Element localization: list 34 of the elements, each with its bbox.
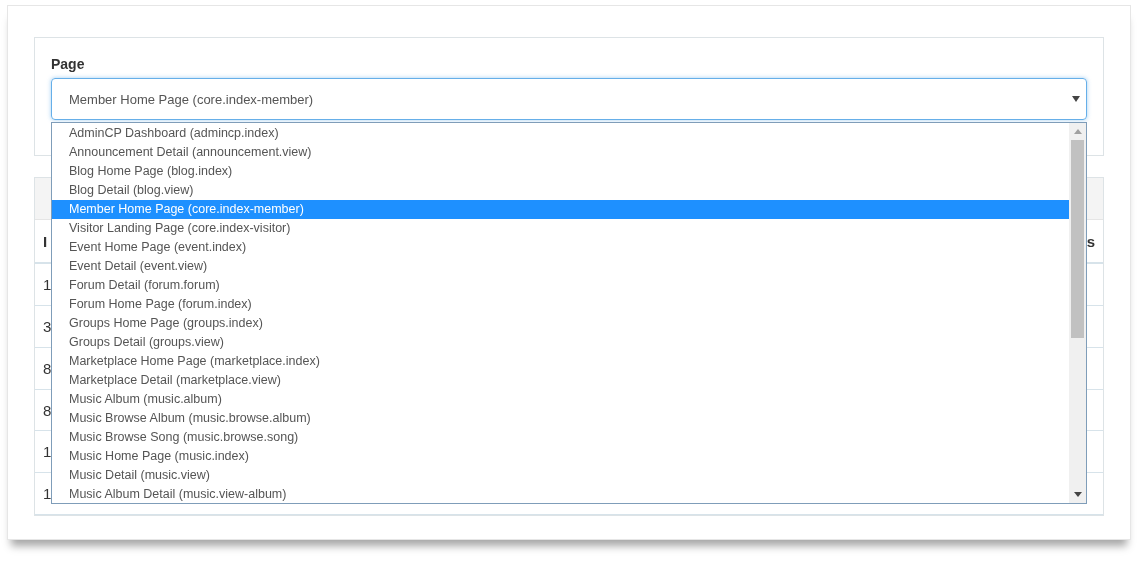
dropdown-option[interactable]: Blog Home Page (blog.index) xyxy=(52,162,1069,181)
dropdown-option[interactable]: Blog Detail (blog.view) xyxy=(52,181,1069,200)
caret-icon xyxy=(1072,96,1080,102)
dropdown-option[interactable]: Music Browse Song (music.browse.song) xyxy=(52,428,1069,447)
page-select[interactable]: Member Home Page (core.index-member) xyxy=(51,78,1087,120)
scroll-up-icon[interactable] xyxy=(1073,129,1082,134)
scroll-down-icon[interactable] xyxy=(1073,492,1082,497)
dropdown-option[interactable]: Forum Home Page (forum.index) xyxy=(52,295,1069,314)
dropdown-option[interactable]: Groups Home Page (groups.index) xyxy=(52,314,1069,333)
dropdown-option[interactable]: Event Home Page (event.index) xyxy=(52,238,1069,257)
dropdown-option[interactable]: Music Browse Album (music.browse.album) xyxy=(52,409,1069,428)
column-header: s xyxy=(1086,232,1095,250)
table-cell: 1 xyxy=(43,443,52,461)
dropdown-option[interactable]: Marketplace Home Page (marketplace.index) xyxy=(52,352,1069,371)
field-label: Page xyxy=(51,56,86,72)
dropdown-option[interactable]: Groups Detail (groups.view) xyxy=(52,333,1069,352)
scrollbar[interactable] xyxy=(1069,123,1086,503)
table-cell: 3 xyxy=(43,318,52,336)
dropdown-option[interactable]: Music Album Detail (music.view-album) xyxy=(52,485,1069,504)
dropdown-option[interactable]: AdminCP Dashboard (admincp.index) xyxy=(52,124,1069,143)
dropdown-option[interactable]: Announcement Detail (announcement.view) xyxy=(52,143,1069,162)
dropdown-option[interactable]: Music Home Page (music.index) xyxy=(52,447,1069,466)
dropdown-option[interactable]: Visitor Landing Page (core.index-visitor) xyxy=(52,219,1069,238)
table-cell: 8 xyxy=(43,359,52,377)
dropdown-option[interactable]: Music Detail (music.view) xyxy=(52,466,1069,485)
column-header: I xyxy=(43,232,48,250)
scroll-thumb[interactable] xyxy=(1071,140,1084,338)
dropdown-option[interactable]: Marketplace Detail (marketplace.view) xyxy=(52,371,1069,390)
dropdown-option[interactable]: Forum Detail (forum.forum) xyxy=(52,276,1069,295)
table-cell: 1 xyxy=(43,276,52,294)
dropdown-option[interactable]: Music Album (music.album) xyxy=(52,390,1069,409)
table-cell: 8 xyxy=(43,401,52,419)
dropdown-option[interactable]: Event Detail (event.view) xyxy=(52,257,1069,276)
table-cell: 1 xyxy=(43,485,52,503)
